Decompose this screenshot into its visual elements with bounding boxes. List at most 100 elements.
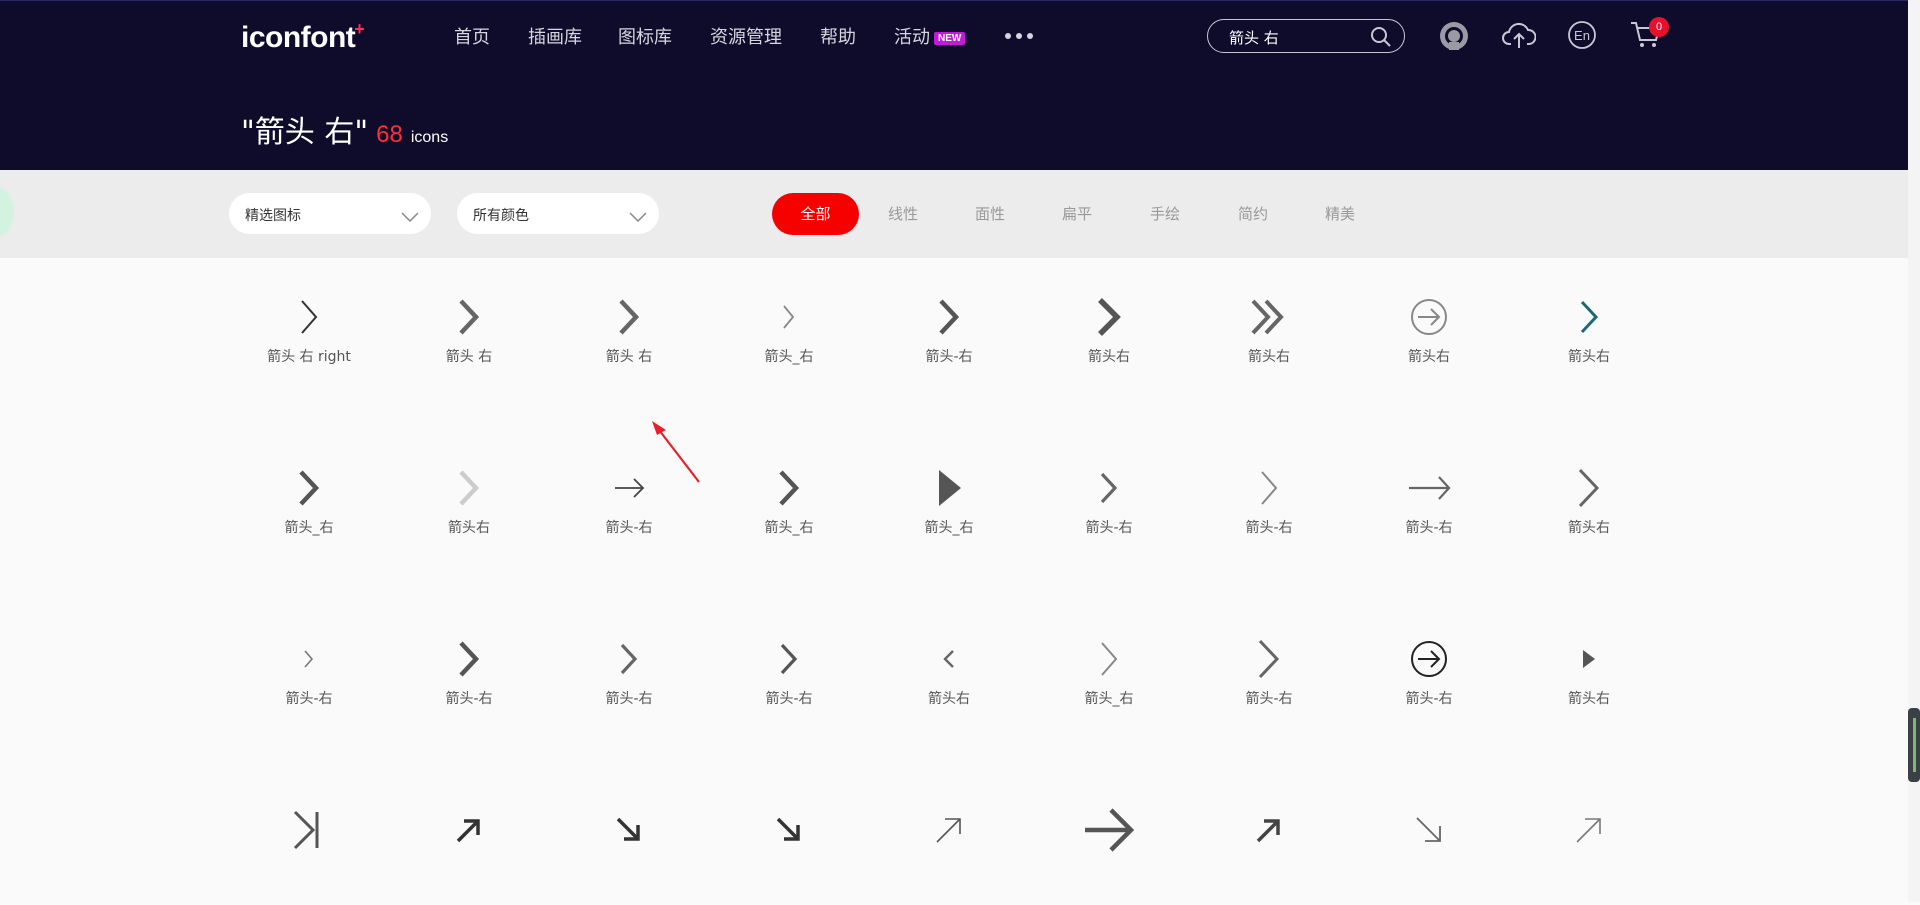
search-query-text: "箭头 右" (241, 115, 369, 150)
icon-card[interactable]: 箭头-右 (1209, 614, 1329, 734)
search-input[interactable] (1227, 26, 1371, 48)
icon-card-name: 箭头_右 (1084, 691, 1134, 707)
icon-card[interactable]: 箭头-右 (1369, 443, 1489, 563)
icon-card[interactable] (1049, 785, 1169, 905)
search-icon[interactable] (1370, 26, 1392, 53)
icon-card-name: 箭头_右 (284, 520, 334, 536)
arrow-ne-thin-icon (1576, 818, 1601, 843)
icon-card-name: 箭头_右 (924, 520, 974, 536)
icon-card-name: 箭头-右 (1245, 520, 1293, 536)
icon-card[interactable]: 箭头 右 (569, 272, 689, 392)
dot-icon (1005, 33, 1012, 39)
icon-card[interactable]: 箭头-右 (889, 272, 1009, 392)
triangle-icon (939, 470, 961, 506)
icon-card[interactable] (1369, 785, 1489, 905)
icon-card[interactable] (729, 785, 849, 905)
user-avatar-icon[interactable] (1438, 20, 1470, 57)
dot-icon (1027, 33, 1034, 39)
nav-help[interactable]: 帮助 (820, 23, 856, 49)
icon-card[interactable] (409, 785, 529, 905)
chevron-tall-icon (1258, 639, 1280, 679)
nav-icon-library[interactable]: 图标库 (618, 23, 672, 49)
icon-card-name: 箭头右 (1568, 349, 1610, 365)
icon-card-name: 箭头右 (1248, 349, 1290, 365)
icon-card[interactable]: 箭头-右 (1369, 614, 1489, 734)
search-box (1207, 19, 1405, 53)
arrow-ne-thin-icon (936, 818, 961, 843)
icon-card-name: 箭头-右 (445, 691, 493, 707)
icon-card[interactable]: 箭头右 (1529, 443, 1649, 563)
icon-card[interactable]: 箭头右 (1049, 272, 1169, 392)
icon-card[interactable]: 箭头-右 (1049, 443, 1169, 563)
nav-illustrations[interactable]: 插画库 (528, 23, 582, 49)
category-select[interactable]: 精选图标 (229, 193, 431, 234)
triangle-small-icon (1583, 650, 1595, 668)
arrow-ne-bold-icon (1256, 819, 1280, 843)
annotation-arrow-icon (652, 421, 700, 483)
color-select[interactable]: 所有颜色 (457, 193, 659, 234)
icon-card[interactable] (569, 785, 689, 905)
tab-linear[interactable]: 线性 (888, 193, 918, 235)
chevron-thin-icon (1261, 471, 1278, 505)
nav-resource-management[interactable]: 资源管理 (710, 23, 782, 49)
arrow-thin-icon (615, 478, 645, 498)
icon-card[interactable]: 箭头右 (1209, 272, 1329, 392)
chevron-bold-icon (619, 299, 640, 335)
icon-card[interactable] (1209, 785, 1329, 905)
icon-card-name: 箭头-右 (925, 349, 973, 365)
main-nav: 首页 插画库 图标库 资源管理 帮助 活动 NEW (454, 23, 1034, 49)
icon-card-name: 箭头-右 (1405, 691, 1453, 707)
icon-card[interactable]: 箭头右 (889, 614, 1009, 734)
chevron-small-icon (783, 305, 795, 329)
cloud-upload-icon[interactable] (1502, 20, 1537, 57)
tab-hand-drawn[interactable]: 手绘 (1150, 193, 1180, 235)
language-en-icon[interactable]: En (1567, 20, 1597, 55)
icon-card[interactable]: 箭头右 (1369, 272, 1489, 392)
iconfont-logo[interactable]: iconfont + (241, 19, 365, 55)
nav-home[interactable]: 首页 (454, 23, 490, 49)
icon-card[interactable]: 箭头_右 (1049, 614, 1169, 734)
chevron-down-icon (401, 209, 419, 227)
icon-card[interactable] (249, 785, 369, 905)
arrow-se-bold-icon (616, 817, 640, 841)
arrow-right-heavy-icon (1085, 808, 1135, 852)
chevron-medium-icon (620, 643, 638, 675)
icon-card[interactable]: 箭头右 (409, 443, 529, 563)
logo-text: iconfont (241, 21, 356, 54)
icon-card[interactable]: 箭头-右 (569, 614, 689, 734)
icon-card-name: 箭头右 (928, 691, 970, 707)
tab-all[interactable]: 全部 (772, 193, 859, 235)
icon-card-name: 箭头 右 (445, 349, 493, 365)
icon-card-name: 箭头右 (1568, 520, 1610, 536)
icon-card[interactable]: 箭头 右 (409, 272, 529, 392)
icon-card[interactable] (889, 785, 1009, 905)
icon-card[interactable]: 箭头_右 (889, 443, 1009, 563)
icon-grid: 箭头 右 right 箭头 右箭头 右箭头_右 箭头-右 箭头右 箭头右 箭头右 箭头右 箭头… (0, 258, 1908, 902)
icon-card[interactable]: 箭头右 (1529, 614, 1649, 734)
icon-card[interactable]: 箭头 右 right (249, 272, 369, 392)
chevron-thin-icon (1101, 642, 1118, 676)
icon-card[interactable] (1529, 785, 1649, 905)
icon-card[interactable]: 箭头_右 (249, 443, 369, 563)
result-count: 68 (376, 121, 403, 148)
icon-card[interactable]: 箭头-右 (409, 614, 529, 734)
more-menu-button[interactable] (1005, 33, 1034, 39)
chevron-tiny-icon (304, 650, 314, 668)
icon-card[interactable]: 箭头-右 (249, 614, 369, 734)
tab-flat[interactable]: 扁平 (1062, 193, 1092, 235)
tab-filled[interactable]: 面性 (975, 193, 1005, 235)
tab-exquisite[interactable]: 精美 (1325, 193, 1355, 235)
icon-card[interactable]: 箭头-右 (1209, 443, 1329, 563)
circle-arrow-icon (1411, 299, 1447, 335)
icon-card[interactable]: 箭头_右 (729, 443, 849, 563)
icon-card[interactable]: 箭头右 (1529, 272, 1649, 392)
icon-card[interactable]: 箭头_右 (729, 272, 849, 392)
scrollbar-thumb[interactable] (1908, 708, 1920, 782)
icon-card[interactable]: 箭头-右 (729, 614, 849, 734)
nav-activities[interactable]: 活动 NEW (894, 23, 966, 49)
tab-simple[interactable]: 简约 (1238, 193, 1268, 235)
chevron-bold-icon (459, 641, 480, 677)
icon-card-name: 箭头-右 (1085, 520, 1133, 536)
chevron-bold-icon (779, 470, 800, 506)
icon-card-name: 箭头 右 (605, 349, 653, 365)
